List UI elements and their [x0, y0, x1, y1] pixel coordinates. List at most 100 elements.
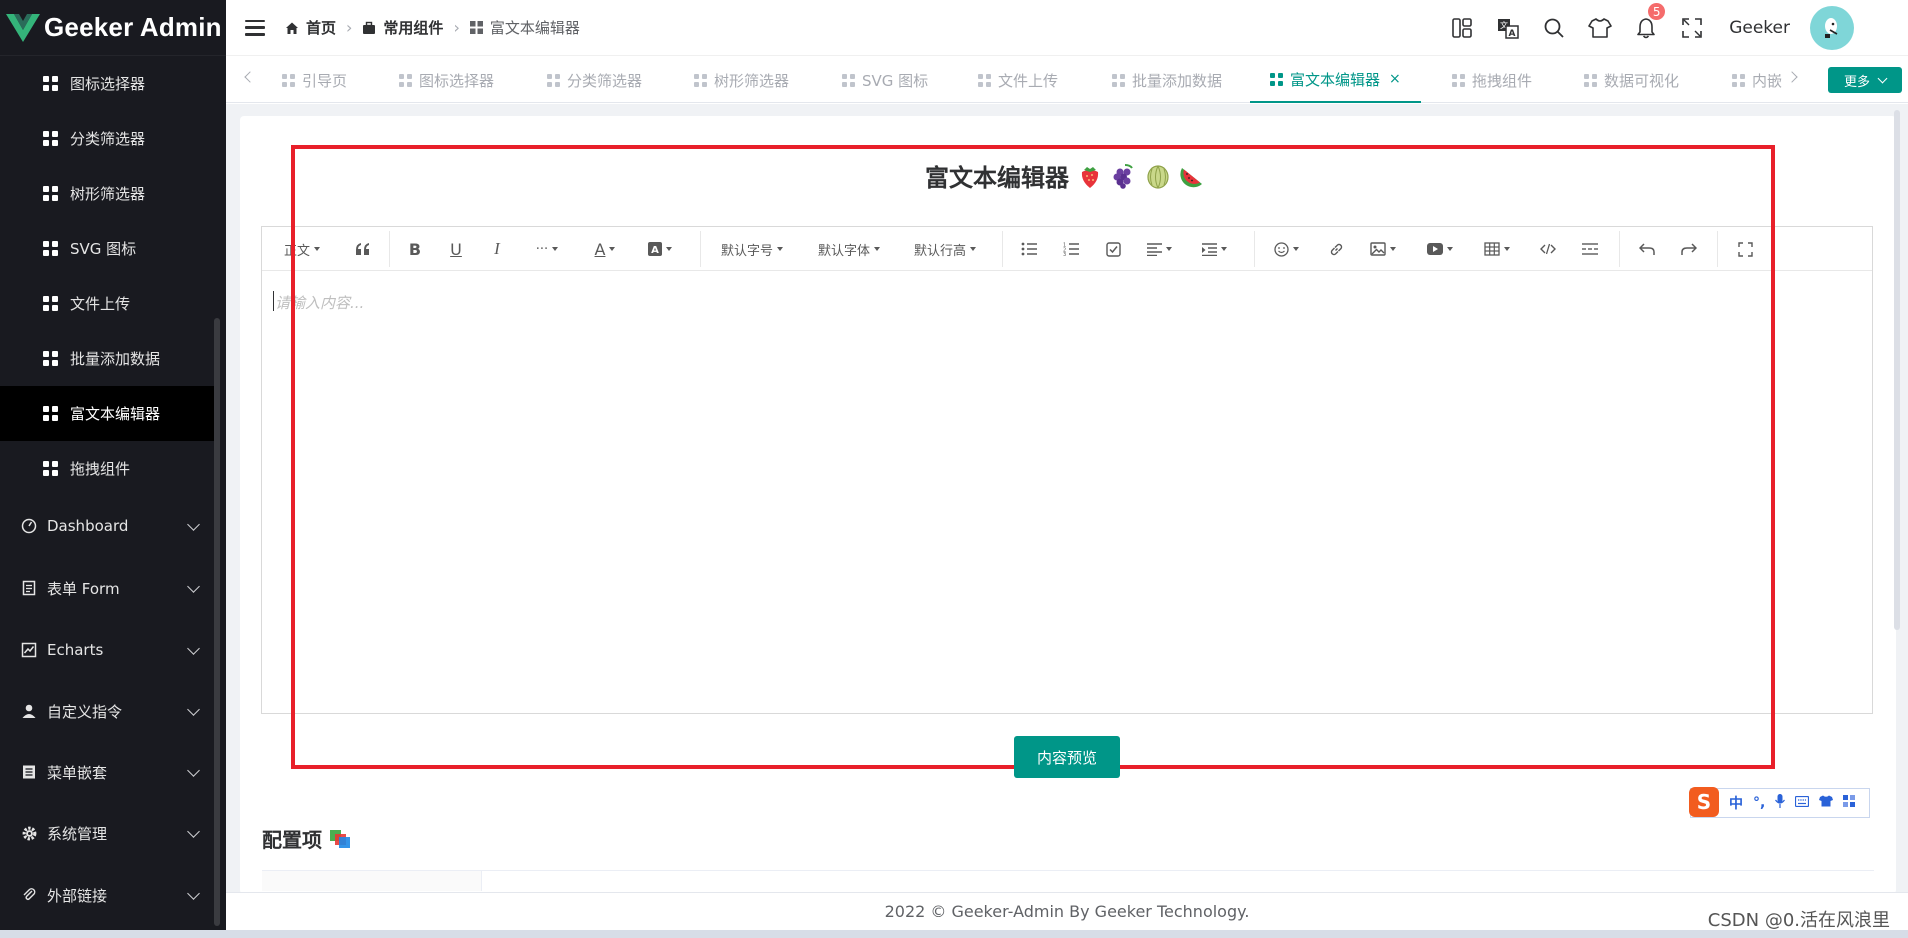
home-icon: [285, 21, 299, 35]
grid-icon: [547, 73, 560, 87]
sidebar-group-form[interactable]: 表单 Form: [0, 558, 220, 618]
sidebar-group-label: Dashboard: [47, 517, 129, 535]
avatar[interactable]: [1810, 6, 1854, 50]
username[interactable]: Geeker: [1729, 18, 1790, 38]
search-icon[interactable]: [1541, 15, 1567, 41]
keyboard-icon: [1795, 795, 1810, 811]
tabs-scroll-left-icon[interactable]: [244, 71, 256, 83]
notification-bell-icon[interactable]: 5: [1633, 2, 1667, 41]
tab-file-upload[interactable]: 文件上传: [978, 57, 1058, 103]
config-section: 配置项: [262, 824, 350, 853]
footer: 2022 © Geeker-Admin By Geeker Technology…: [226, 892, 1908, 930]
breadcrumb-separator: ›: [346, 18, 353, 37]
tabs-bar: 引导页 图标选择器 分类筛选器 树形筛选器 SVG 图标 文件上传 批量添加数据…: [226, 57, 1908, 103]
palette-icon: [330, 829, 350, 848]
sidebar-item-category-filter[interactable]: 分类筛选器: [0, 111, 220, 166]
tabs-more-button[interactable]: 更多: [1828, 67, 1902, 93]
tab-svg-icon[interactable]: SVG 图标: [842, 57, 928, 103]
tab-icon-selector[interactable]: 图标选择器: [399, 57, 494, 103]
theme-shirt-icon[interactable]: [1587, 15, 1613, 41]
sidebar-group-directives[interactable]: 自定义指令: [0, 681, 220, 741]
sidebar-item-tree-filter[interactable]: 树形筛选器: [0, 166, 220, 221]
grid-icon: [694, 73, 707, 87]
sidebar-item-drag-component[interactable]: 拖拽组件: [0, 441, 220, 496]
logo[interactable]: Geeker Admin: [0, 0, 226, 56]
chevron-down-icon: [1877, 73, 1888, 83]
fullscreen-icon[interactable]: [1679, 15, 1705, 41]
page-scrollbar[interactable]: [1894, 110, 1900, 630]
collapse-menu-icon[interactable]: [245, 19, 265, 36]
tab-label: 引导页: [302, 71, 348, 90]
sidebar-group-echarts[interactable]: Echarts: [0, 620, 220, 680]
sidebar-scrollbar[interactable]: [214, 318, 220, 926]
tab-category-filter[interactable]: 分类筛选器: [547, 57, 642, 103]
grid-icon: [469, 21, 483, 34]
input-method-toolbar[interactable]: S 中 °,: [1689, 787, 1870, 818]
csdn-watermark: CSDN @0.活在风浪里: [1707, 910, 1890, 931]
sidebar-group-menu-nesting[interactable]: 菜单嵌套: [0, 742, 220, 802]
sidebar-item-svg-icon[interactable]: SVG 图标: [0, 221, 220, 276]
breadcrumb-item-current: 富文本编辑器: [469, 17, 580, 38]
tab-label: 分类筛选器: [567, 71, 643, 90]
sidebar: Geeker Admin 图标选择器 分类筛选器 树形筛选器 SVG 图标 文件…: [0, 0, 226, 938]
sidebar-group-label: 表单 Form: [47, 579, 120, 598]
sidebar-item-batch-add[interactable]: 批量添加数据: [0, 331, 220, 386]
tab-guide[interactable]: 引导页: [282, 57, 347, 103]
grid-icon: [1270, 72, 1283, 86]
sidebar-item-label: 树形筛选器: [70, 185, 146, 203]
translate-icon[interactable]: 文A: [1495, 15, 1521, 41]
grid-icon: [43, 186, 58, 201]
briefcase-icon: [362, 21, 376, 35]
grid-icon: [1112, 73, 1125, 87]
sidebar-item-label: 富文本编辑器: [70, 405, 161, 423]
chevron-down-icon: [187, 887, 200, 900]
notification-badge: 5: [1647, 2, 1667, 21]
sidebar-item-label: SVG 图标: [70, 240, 137, 258]
ime-mode: 中: [1729, 796, 1743, 812]
config-title: 配置项: [262, 828, 322, 852]
header-actions: 文A 5 Geeker: [1449, 0, 1908, 56]
sidebar-item-label: 拖拽组件: [70, 460, 131, 478]
tabs-scroll-right-icon[interactable]: [1786, 71, 1798, 83]
sogou-logo-icon: S: [1689, 787, 1719, 817]
tab-drag-component[interactable]: 拖拽组件: [1452, 57, 1532, 103]
tab-close-icon[interactable]: ×: [1389, 71, 1401, 87]
menu-icon: [20, 763, 38, 781]
sidebar-group-external-links[interactable]: 外部链接: [0, 865, 220, 925]
apps-grid-icon: [1843, 795, 1856, 811]
config-table: [262, 870, 1874, 891]
breadcrumb-item-home[interactable]: 首页: [285, 17, 336, 38]
tab-batch-add[interactable]: 批量添加数据: [1112, 57, 1222, 103]
top-header: 首页 › 常用组件 › 富文本编辑器 文A 5 Geeker: [226, 0, 1908, 56]
config-table-header-cell: [262, 871, 482, 891]
tab-label: 图标选择器: [419, 71, 495, 90]
sidebar-group-label: 外部链接: [47, 886, 108, 905]
sidebar-item-file-upload[interactable]: 文件上传: [0, 276, 220, 331]
sidebar-group-label: 菜单嵌套: [47, 763, 108, 782]
tab-label: 内嵌: [1752, 71, 1783, 90]
chevron-down-icon: [187, 518, 200, 531]
breadcrumb-separator: ›: [453, 18, 460, 37]
grid-icon: [43, 296, 58, 311]
tab-data-visualization[interactable]: 数据可视化: [1584, 57, 1679, 103]
grid-icon: [842, 73, 855, 87]
tab-tree-filter[interactable]: 树形筛选器: [694, 57, 789, 103]
sidebar-group-dashboard[interactable]: Dashboard: [0, 496, 220, 556]
dashboard-icon: [20, 517, 38, 535]
sidebar-item-label: 批量添加数据: [70, 350, 161, 368]
sidebar-item-rich-text-editor[interactable]: 富文本编辑器: [0, 386, 220, 441]
sidebar-group-label: 自定义指令: [47, 702, 123, 721]
skin-shirt-icon: [1819, 795, 1834, 811]
layout-icon[interactable]: [1449, 15, 1475, 41]
breadcrumb-item-components[interactable]: 常用组件: [362, 17, 443, 38]
taskbar-strip: [0, 930, 1908, 938]
tab-embedded[interactable]: 内嵌: [1732, 57, 1782, 103]
sidebar-group-system[interactable]: 系统管理: [0, 803, 220, 863]
app-title: Geeker Admin: [44, 12, 222, 42]
sidebar-item-icon-selector[interactable]: 图标选择器: [0, 56, 220, 111]
breadcrumb-label: 首页: [306, 19, 337, 37]
tab-rich-text-editor[interactable]: 富文本编辑器 ×: [1250, 57, 1421, 103]
content-preview-button[interactable]: 内容预览: [1014, 736, 1120, 778]
chevron-down-icon: [187, 825, 200, 838]
paperclip-icon: [20, 886, 38, 904]
